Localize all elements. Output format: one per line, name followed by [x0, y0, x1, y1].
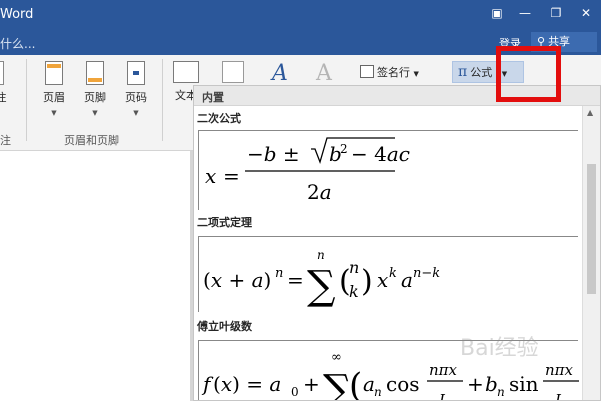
svg-text:x: x — [377, 268, 388, 292]
svg-text:2a: 2a — [307, 180, 332, 204]
tell-me-input[interactable]: 什么... — [0, 35, 35, 52]
svg-text:cos: cos — [386, 372, 420, 396]
highlight-box — [496, 46, 561, 102]
svg-text:∑: ∑ — [307, 263, 336, 309]
footer-icon — [86, 61, 104, 85]
ribbon-display-options-icon[interactable]: ▣ — [486, 4, 508, 22]
svg-text:=: = — [287, 268, 304, 292]
svg-text:): ) — [361, 264, 373, 299]
minimize-icon[interactable]: — — [514, 4, 536, 22]
formula-label: 公式 — [470, 66, 493, 79]
text-box-icon — [173, 61, 199, 83]
svg-text:(x) = a: (x) = a — [213, 372, 281, 396]
title-bar: Word ▣ — ❐ ✕ — [0, 0, 601, 30]
chevron-down-icon: ▼ — [92, 109, 98, 117]
svg-text:L: L — [554, 391, 565, 401]
header-label: 页眉 — [43, 91, 65, 104]
svg-text:nπx: nπx — [429, 361, 458, 379]
svg-text:−b ±: −b ± — [247, 142, 300, 166]
svg-text:2: 2 — [340, 142, 348, 156]
signature-line-label: 签名行 — [377, 66, 410, 79]
chevron-down-icon: ▼ — [51, 109, 57, 117]
equation-gallery: 内置 二次公式 x = −b ± b 2 − 4ac 2a 二项式定理 (x +… — [193, 85, 601, 401]
svg-text:nπx: nπx — [545, 361, 574, 379]
svg-text:n−k: n−k — [413, 266, 440, 281]
scroll-thumb[interactable] — [587, 164, 596, 294]
binomial-theorem: (x + a) n = n ∑ ( n k ) x k a n−k — [203, 248, 440, 309]
drop-cap-icon[interactable]: A — [316, 61, 332, 86]
header-button[interactable]: 页眉 ▼ — [34, 61, 74, 117]
close-icon[interactable]: ✕ — [575, 4, 597, 22]
signature-line-button[interactable]: 签名行 ▼ — [360, 64, 419, 80]
gallery-scrollbar[interactable]: ▲ — [582, 106, 600, 400]
svg-text:∑: ∑ — [323, 367, 352, 401]
chevron-down-icon: ▼ — [133, 109, 139, 117]
page-number-label: 页码 — [125, 91, 147, 104]
svg-text:0: 0 — [291, 385, 299, 399]
equation-quadratic[interactable]: x = −b ± b 2 − 4ac 2a — [198, 130, 578, 210]
svg-text:b: b — [485, 372, 498, 396]
svg-text:n: n — [349, 258, 359, 277]
footer-button[interactable]: 页脚 ▼ — [75, 61, 115, 117]
group-separator — [162, 59, 163, 141]
svg-text:sin: sin — [509, 372, 539, 396]
comment-button[interactable]: 注 — [0, 61, 16, 105]
svg-text:+: + — [467, 372, 484, 396]
quadratic-formula: x = −b ± b 2 − 4ac 2a — [205, 137, 410, 204]
svg-text:− 4ac: − 4ac — [351, 142, 410, 166]
header-footer-group-label: 页眉和页脚 — [64, 134, 119, 147]
svg-text:n: n — [317, 248, 325, 262]
svg-text:∞: ∞ — [331, 350, 342, 365]
svg-text:n: n — [275, 266, 283, 281]
svg-text:(: ( — [349, 366, 362, 401]
section-title-fourier: 傅立叶级数 — [197, 320, 252, 333]
section-title-quadratic: 二次公式 — [197, 112, 241, 125]
comment-icon — [0, 61, 4, 85]
svg-text:+: + — [303, 372, 320, 396]
svg-text:k: k — [349, 282, 359, 301]
group-separator — [26, 59, 27, 141]
svg-text:L: L — [438, 391, 449, 401]
svg-text:n: n — [497, 385, 505, 399]
quick-parts-icon[interactable] — [222, 61, 244, 83]
page-number-button[interactable]: 页码 ▼ — [116, 61, 156, 117]
document-page[interactable] — [0, 151, 190, 401]
chevron-down-icon: ▼ — [413, 70, 419, 78]
svg-text:n: n — [374, 385, 382, 399]
page-number-icon — [127, 61, 145, 85]
svg-text:a: a — [401, 268, 413, 292]
scroll-up-icon[interactable]: ▲ — [587, 108, 593, 117]
comment-label: 注 — [0, 91, 7, 104]
restore-icon[interactable]: ❐ — [545, 4, 567, 22]
header-icon — [45, 61, 63, 85]
comments-group-label: 注 — [0, 134, 11, 147]
footer-label: 页脚 — [84, 91, 106, 104]
svg-text:(x + a): (x + a) — [203, 268, 271, 292]
svg-text:=: = — [223, 164, 240, 188]
wordart-icon[interactable]: A — [272, 61, 288, 86]
window-title: Word — [0, 7, 34, 22]
pi-icon: π — [458, 64, 468, 80]
equation-binomial[interactable]: (x + a) n = n ∑ ( n k ) x k a n−k — [198, 236, 578, 312]
svg-text:x: x — [205, 164, 216, 188]
signature-icon — [360, 65, 374, 78]
svg-text:k: k — [389, 266, 397, 281]
watermark: Bai经验 — [460, 336, 539, 361]
section-title-binomial: 二项式定理 — [197, 216, 252, 229]
